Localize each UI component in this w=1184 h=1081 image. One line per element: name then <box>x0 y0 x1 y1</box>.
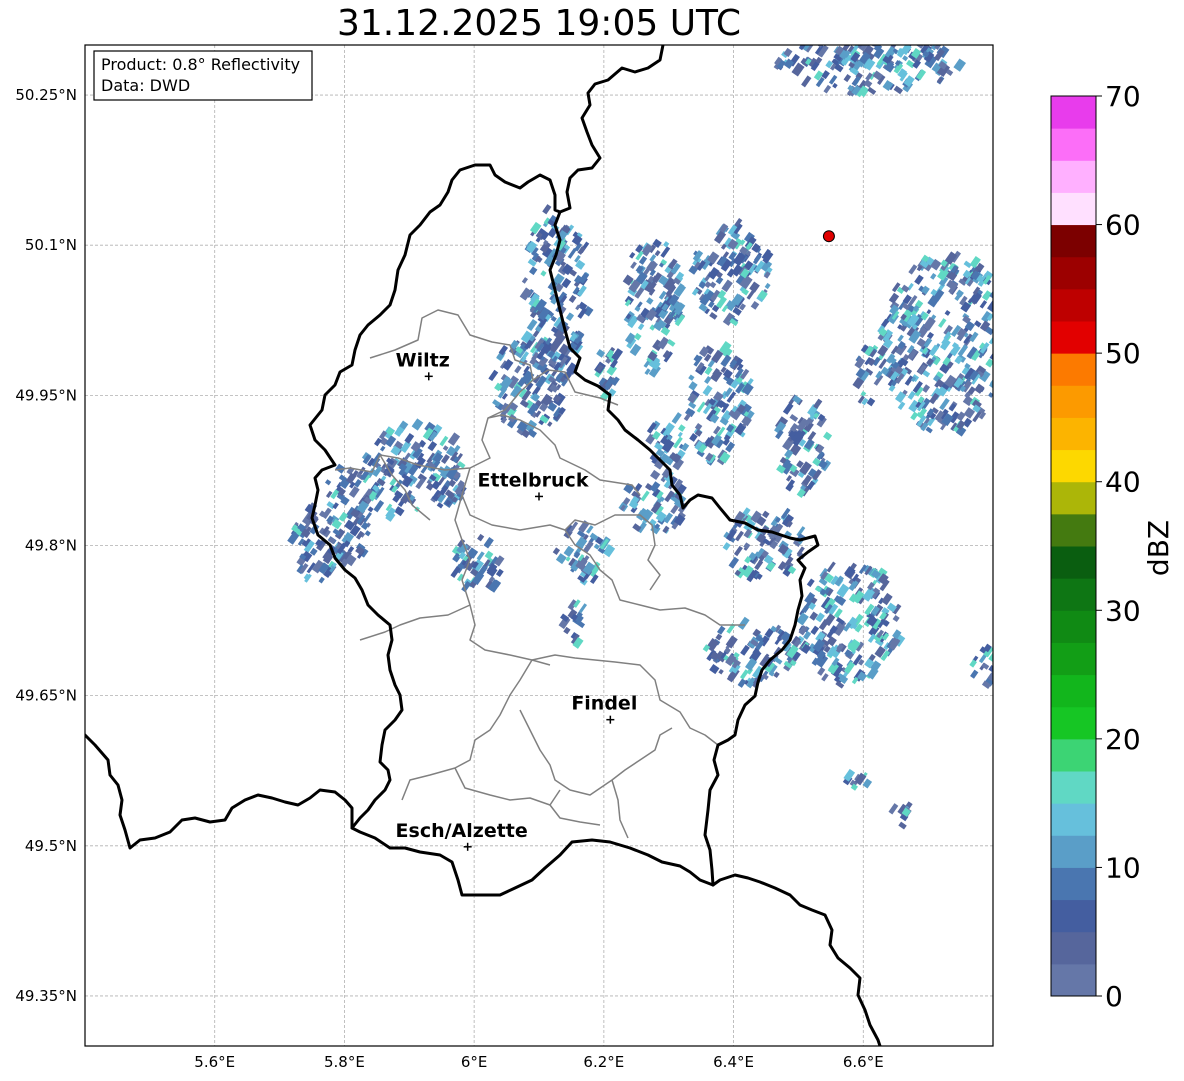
city-label: Wiltz <box>396 349 450 371</box>
lat-tick-label: 49.8°N <box>25 537 77 555</box>
lat-tick-label: 50.1°N <box>25 236 77 254</box>
lat-tick-label: 50.25°N <box>15 86 77 104</box>
radar-map: 5.6°E 5.8°E 6°E 6.2°E 6.4°E 6.6°E 50.25°N 50.1°… <box>15 44 994 1071</box>
radar-site-marker <box>822 230 835 243</box>
lon-tick-label: 6.4°E <box>713 1053 754 1071</box>
info-data-source: Data: DWD <box>101 76 190 95</box>
lon-tick-label: 6°E <box>461 1053 488 1071</box>
lat-tick-label: 49.5°N <box>25 837 77 855</box>
lon-tick-label: 6.2°E <box>583 1053 624 1071</box>
city-label: Findel <box>571 693 637 715</box>
lat-tick-label: 49.65°N <box>15 687 77 705</box>
info-product: Product: 0.8° Reflectivity <box>101 55 300 74</box>
lat-tick-label: 49.35°N <box>15 987 77 1005</box>
city-label: Esch/Alzette <box>396 820 528 842</box>
lat-tick-label: 49.95°N <box>15 386 77 404</box>
lon-tick-label: 6.6°E <box>843 1053 884 1071</box>
info-box: Product: 0.8° Reflectivity Data: DWD <box>93 50 313 101</box>
city-label: Ettelbruck <box>478 469 589 491</box>
lon-tick-label: 5.6°E <box>194 1053 235 1071</box>
lon-tick-label: 5.8°E <box>324 1053 365 1071</box>
